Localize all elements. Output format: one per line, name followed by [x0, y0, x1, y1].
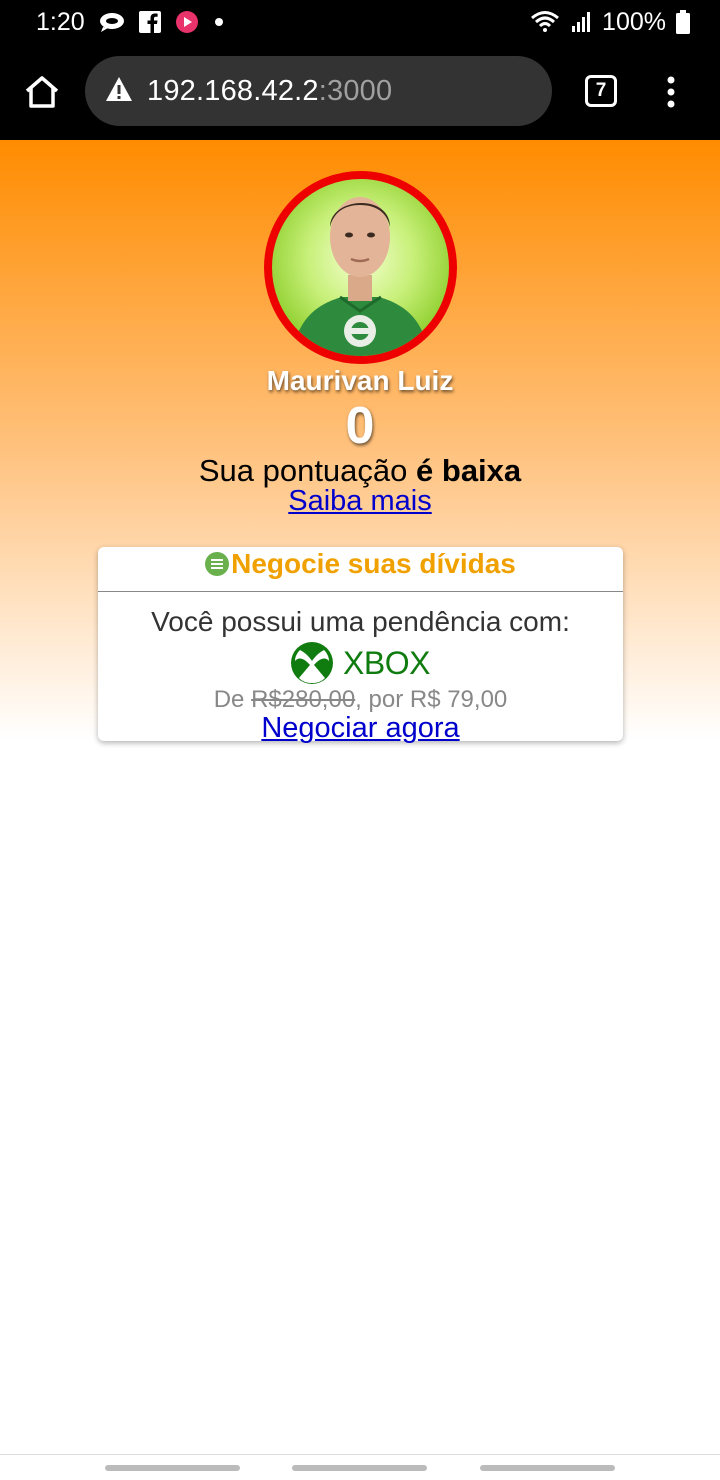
old-price: R$280,00: [251, 686, 356, 713]
learn-more-row: Saiba mais: [0, 485, 720, 518]
avatar-portrait: [292, 197, 429, 356]
more-menu-icon[interactable]: [664, 74, 678, 110]
card-header: Negocie suas dívidas: [98, 547, 623, 592]
warning-triangle-icon[interactable]: [105, 76, 133, 107]
brand-row: XBOX: [98, 642, 623, 684]
score-status-prefix: Sua pontuação: [198, 453, 408, 488]
new-price: , por R$ 79,00: [355, 686, 508, 713]
signal-icon: [570, 11, 592, 33]
facebook-icon: [138, 11, 161, 33]
negotiate-row: Negociar agora: [98, 712, 623, 745]
list-circle-icon: [205, 552, 230, 576]
nav-pill-left[interactable]: [105, 1465, 240, 1471]
page-content: Maurivan Luiz 0 Sua pontuação é baixa Sa…: [0, 140, 720, 1454]
price-prefix: De: [213, 686, 245, 713]
url-text[interactable]: 192.168.42.2:3000: [147, 75, 392, 108]
learn-more-link[interactable]: Saiba mais: [288, 485, 431, 517]
status-right: 100%: [530, 8, 690, 37]
chat-icon: [99, 11, 125, 33]
tab-switcher-button[interactable]: 7: [585, 75, 617, 107]
wifi-icon: [530, 10, 560, 34]
tab-count: 7: [595, 80, 607, 101]
card-title: Negocie suas dívidas: [231, 548, 516, 579]
url-host: 192.168.42.2: [147, 74, 319, 107]
pending-text: Você possui uma pendência com:: [151, 606, 570, 637]
battery-percent: 100%: [602, 7, 666, 36]
card-body: Você possui uma pendência com: XBOX De R…: [98, 606, 623, 745]
debt-card: Negocie suas dívidas Você possui uma pen…: [98, 547, 623, 744]
brand-name: XBOX: [343, 644, 430, 681]
profile-name: Maurivan Luiz: [266, 365, 454, 396]
score-status-emphasis: é baixa: [416, 453, 522, 488]
price-row: De R$280,00, por R$ 79,00: [98, 686, 623, 714]
url-port: :3000: [318, 74, 393, 107]
avatar: [264, 171, 457, 364]
bottom-nav-bar: [0, 1454, 720, 1480]
nav-pill-right[interactable]: [480, 1465, 615, 1471]
home-icon[interactable]: [24, 74, 60, 110]
negotiate-link[interactable]: Negociar agora: [261, 712, 459, 744]
status-bar: 1:20 100%: [0, 0, 720, 44]
score-status: Sua pontuação é baixa: [0, 453, 720, 489]
dot-icon: [213, 16, 225, 28]
status-left: 1:20: [36, 8, 225, 37]
score-value: 0: [345, 397, 375, 455]
video-app-icon: [175, 10, 199, 34]
status-time: 1:20: [36, 7, 85, 36]
url-bar[interactable]: 192.168.42.2:3000: [85, 56, 552, 126]
nav-pill-center[interactable]: [292, 1465, 427, 1471]
battery-icon: [676, 10, 690, 34]
xbox-logo-icon: [291, 642, 334, 684]
browser-toolbar: 192.168.42.2:3000 7: [0, 44, 720, 140]
